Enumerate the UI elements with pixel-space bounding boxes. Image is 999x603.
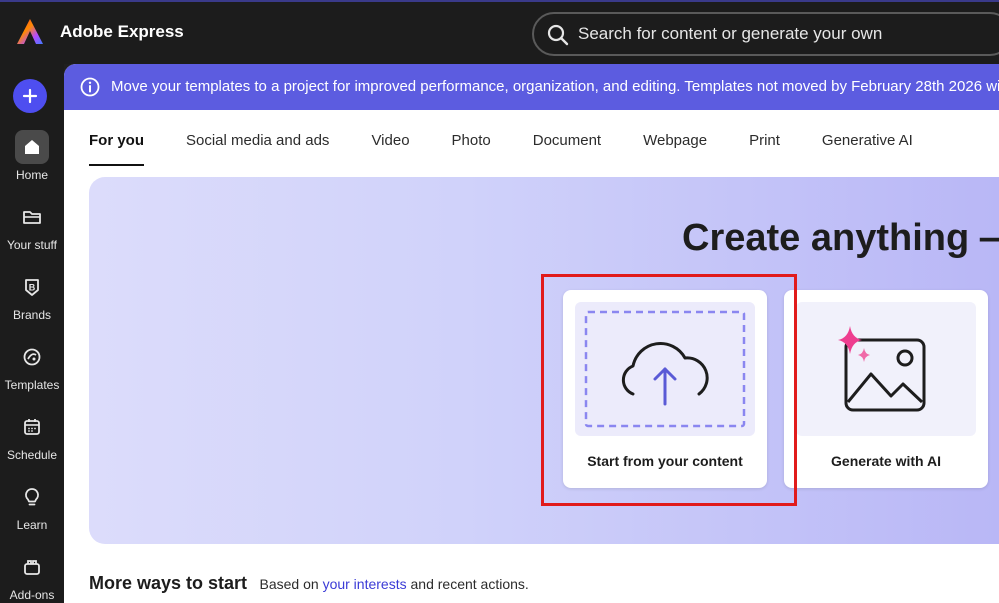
- search-icon: [547, 24, 569, 46]
- main-content: Move your templates to a project for imp…: [64, 64, 999, 603]
- rail-item-templates[interactable]: Templates: [0, 340, 64, 392]
- folder-icon: [23, 211, 41, 224]
- rail-item-label: Brands: [12, 308, 52, 322]
- tab-photo[interactable]: Photo: [452, 132, 491, 166]
- rail-item-schedule[interactable]: Schedule: [0, 410, 64, 462]
- rail-item-label: Add-ons: [9, 588, 55, 602]
- highlight-box: [541, 274, 797, 506]
- rail-item-label: Your stuff: [6, 238, 58, 252]
- tab-generative-ai[interactable]: Generative AI: [822, 132, 913, 166]
- calendar-icon: [24, 419, 40, 435]
- section-subtitle: Based on your interests and recent actio…: [260, 576, 529, 592]
- section-title: More ways to start: [89, 573, 248, 593]
- card-thumbnail: [796, 302, 976, 436]
- rail-item-brands[interactable]: B Brands: [0, 270, 64, 322]
- app-name: Adobe Express: [60, 22, 184, 41]
- hero-title: Create anything —: [682, 217, 999, 259]
- generate-with-ai-card[interactable]: Generate with AI: [784, 290, 988, 488]
- create-new-button[interactable]: [13, 79, 47, 113]
- subtitle-suffix: and recent actions.: [410, 576, 529, 592]
- tab-for-you[interactable]: For you: [89, 132, 144, 166]
- search-bar[interactable]: [532, 12, 999, 56]
- home-icon: [25, 140, 39, 154]
- rail-item-label: Schedule: [6, 448, 58, 462]
- svg-text:B: B: [29, 283, 36, 293]
- lightbulb-icon: [25, 488, 39, 506]
- category-tabs: For you Social media and ads Video Photo…: [89, 132, 955, 166]
- tab-webpage[interactable]: Webpage: [643, 132, 707, 166]
- brand-icon: B: [25, 279, 39, 296]
- more-ways-section: More ways to start Based on your interes…: [89, 573, 529, 594]
- image-sparkle-icon: [838, 326, 926, 412]
- subtitle-prefix: Based on: [259, 576, 319, 592]
- addons-icon: [24, 560, 40, 575]
- info-banner: Move your templates to a project for imp…: [64, 64, 999, 110]
- rail-item-home[interactable]: Home: [0, 130, 64, 182]
- top-bar: Adobe Express: [0, 0, 999, 64]
- templates-icon: [23, 348, 41, 366]
- adobe-express-logo[interactable]: [16, 18, 44, 46]
- rail-item-label: Home: [15, 168, 48, 182]
- card-label: Generate with AI: [831, 453, 941, 469]
- tab-video[interactable]: Video: [371, 132, 409, 166]
- search-input[interactable]: [578, 14, 998, 54]
- rail-item-label: Learn: [16, 518, 48, 532]
- banner-message: Move your templates to a project for imp…: [111, 78, 999, 95]
- rail-item-label: Templates: [4, 378, 60, 392]
- rail-item-your-stuff[interactable]: Your stuff: [0, 200, 64, 252]
- plus-icon: [22, 88, 38, 104]
- tab-print[interactable]: Print: [749, 132, 780, 166]
- interests-link[interactable]: your interests: [323, 576, 407, 592]
- rail-item-learn[interactable]: Learn: [0, 480, 64, 532]
- rail-item-add-ons[interactable]: Add-ons: [0, 550, 64, 602]
- info-icon: [80, 77, 100, 97]
- tab-document[interactable]: Document: [533, 132, 601, 166]
- tab-social-media-and-ads[interactable]: Social media and ads: [186, 132, 329, 166]
- left-rail: Home Your stuff B Brands Templates Sched…: [0, 64, 64, 603]
